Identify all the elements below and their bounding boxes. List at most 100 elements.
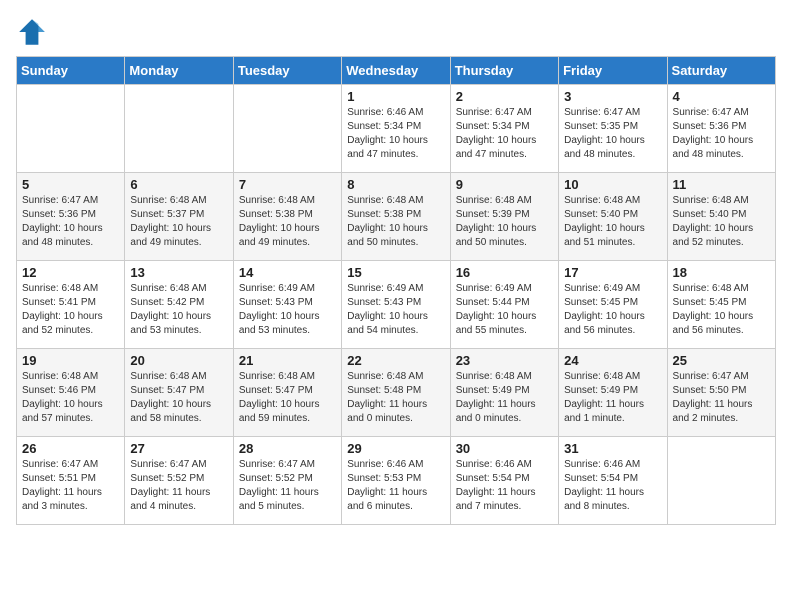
day-number: 5 xyxy=(22,177,119,192)
calendar-cell: 1 Sunrise: 6:46 AM Sunset: 5:34 PM Daylig… xyxy=(342,85,450,173)
calendar-cell: 30 Sunrise: 6:46 AM Sunset: 5:54 PM Dayli… xyxy=(450,437,558,525)
day-number: 14 xyxy=(239,265,336,280)
day-number: 23 xyxy=(456,353,553,368)
calendar-cell: 7Sunrise: 6:48 AM Sunset: 5:38 PM Daylig… xyxy=(233,173,341,261)
calendar-cell: 8 Sunrise: 6:48 AM Sunset: 5:38 PM Daylig… xyxy=(342,173,450,261)
day-header-tuesday: Tuesday xyxy=(233,57,341,85)
day-number: 11 xyxy=(673,177,770,192)
calendar-cell: 24 Sunrise: 6:48 AM Sunset: 5:49 PM Dayli… xyxy=(559,349,667,437)
day-header-sunday: Sunday xyxy=(17,57,125,85)
day-header-wednesday: Wednesday xyxy=(342,57,450,85)
day-info: Sunrise: 6:48 AM Sunset: 5:47 PM Dayligh… xyxy=(239,370,336,426)
day-info: Sunrise: 6:48 AM Sunset: 5:42 PM Dayligh… xyxy=(130,282,227,338)
day-info: Sunrise: 6:48 AM Sunset: 5:38 PM Dayligh… xyxy=(347,194,444,250)
day-number: 3 xyxy=(564,89,661,104)
calendar-cell: 3Sunrise: 6:47 AM Sunset: 5:35 PM Daylig… xyxy=(559,85,667,173)
calendar-cell: 10 Sunrise: 6:48 AM Sunset: 5:40 PM Dayli… xyxy=(559,173,667,261)
day-info: Sunrise: 6:48 AM Sunset: 5:37 PM Dayligh… xyxy=(130,194,227,250)
day-number: 20 xyxy=(130,353,227,368)
day-number: 7 xyxy=(239,177,336,192)
calendar-week-row: 5 Sunrise: 6:47 AM Sunset: 5:36 PM Daylig… xyxy=(17,173,776,261)
day-info: Sunrise: 6:47 AM Sunset: 5:50 PM Dayligh… xyxy=(673,370,770,426)
calendar-cell: 4 Sunrise: 6:47 AM Sunset: 5:36 PM Daylig… xyxy=(667,85,775,173)
day-number: 30 xyxy=(456,441,553,456)
calendar-cell xyxy=(17,85,125,173)
day-header-friday: Friday xyxy=(559,57,667,85)
calendar-cell: 9Sunrise: 6:48 AM Sunset: 5:39 PM Daylig… xyxy=(450,173,558,261)
day-info: Sunrise: 6:47 AM Sunset: 5:52 PM Dayligh… xyxy=(130,458,227,514)
day-info: Sunrise: 6:48 AM Sunset: 5:40 PM Dayligh… xyxy=(564,194,661,250)
calendar-cell: 29Sunrise: 6:46 AM Sunset: 5:53 PM Dayli… xyxy=(342,437,450,525)
page-header xyxy=(16,16,776,48)
calendar-cell xyxy=(233,85,341,173)
calendar-week-row: 1 Sunrise: 6:46 AM Sunset: 5:34 PM Daylig… xyxy=(17,85,776,173)
day-info: Sunrise: 6:46 AM Sunset: 5:34 PM Dayligh… xyxy=(347,106,444,162)
day-info: Sunrise: 6:48 AM Sunset: 5:48 PM Dayligh… xyxy=(347,370,444,426)
day-info: Sunrise: 6:46 AM Sunset: 5:53 PM Dayligh… xyxy=(347,458,444,514)
calendar-cell: 23 Sunrise: 6:48 AM Sunset: 5:49 PM Dayli… xyxy=(450,349,558,437)
day-info: Sunrise: 6:48 AM Sunset: 5:41 PM Dayligh… xyxy=(22,282,119,338)
day-number: 15 xyxy=(347,265,444,280)
day-number: 12 xyxy=(22,265,119,280)
day-number: 16 xyxy=(456,265,553,280)
day-number: 26 xyxy=(22,441,119,456)
calendar-week-row: 12 Sunrise: 6:48 AM Sunset: 5:41 PM Dayli… xyxy=(17,261,776,349)
calendar-cell: 15 Sunrise: 6:49 AM Sunset: 5:43 PM Dayli… xyxy=(342,261,450,349)
day-number: 6 xyxy=(130,177,227,192)
day-info: Sunrise: 6:48 AM Sunset: 5:49 PM Dayligh… xyxy=(456,370,553,426)
calendar-cell: 21 Sunrise: 6:48 AM Sunset: 5:47 PM Dayli… xyxy=(233,349,341,437)
calendar-cell: 12 Sunrise: 6:48 AM Sunset: 5:41 PM Dayli… xyxy=(17,261,125,349)
day-number: 27 xyxy=(130,441,227,456)
logo-icon xyxy=(16,16,48,48)
day-number: 2 xyxy=(456,89,553,104)
calendar-cell: 17 Sunrise: 6:49 AM Sunset: 5:45 PM Dayli… xyxy=(559,261,667,349)
day-number: 25 xyxy=(673,353,770,368)
day-info: Sunrise: 6:48 AM Sunset: 5:46 PM Dayligh… xyxy=(22,370,119,426)
day-info: Sunrise: 6:49 AM Sunset: 5:45 PM Dayligh… xyxy=(564,282,661,338)
day-info: Sunrise: 6:47 AM Sunset: 5:52 PM Dayligh… xyxy=(239,458,336,514)
calendar-week-row: 19 Sunrise: 6:48 AM Sunset: 5:46 PM Dayli… xyxy=(17,349,776,437)
day-info: Sunrise: 6:47 AM Sunset: 5:51 PM Dayligh… xyxy=(22,458,119,514)
calendar-cell: 31Sunrise: 6:46 AM Sunset: 5:54 PM Dayli… xyxy=(559,437,667,525)
day-info: Sunrise: 6:47 AM Sunset: 5:34 PM Dayligh… xyxy=(456,106,553,162)
calendar-cell: 25 Sunrise: 6:47 AM Sunset: 5:50 PM Dayli… xyxy=(667,349,775,437)
calendar-table: SundayMondayTuesdayWednesdayThursdayFrid… xyxy=(16,56,776,525)
day-info: Sunrise: 6:46 AM Sunset: 5:54 PM Dayligh… xyxy=(456,458,553,514)
calendar-cell: 14 Sunrise: 6:49 AM Sunset: 5:43 PM Dayli… xyxy=(233,261,341,349)
day-info: Sunrise: 6:49 AM Sunset: 5:43 PM Dayligh… xyxy=(347,282,444,338)
logo xyxy=(16,16,52,48)
day-info: Sunrise: 6:48 AM Sunset: 5:45 PM Dayligh… xyxy=(673,282,770,338)
day-info: Sunrise: 6:49 AM Sunset: 5:44 PM Dayligh… xyxy=(456,282,553,338)
day-number: 19 xyxy=(22,353,119,368)
day-info: Sunrise: 6:47 AM Sunset: 5:36 PM Dayligh… xyxy=(673,106,770,162)
day-number: 22 xyxy=(347,353,444,368)
calendar-cell xyxy=(125,85,233,173)
day-number: 17 xyxy=(564,265,661,280)
day-number: 13 xyxy=(130,265,227,280)
day-info: Sunrise: 6:48 AM Sunset: 5:40 PM Dayligh… xyxy=(673,194,770,250)
day-header-thursday: Thursday xyxy=(450,57,558,85)
day-number: 21 xyxy=(239,353,336,368)
day-info: Sunrise: 6:47 AM Sunset: 5:36 PM Dayligh… xyxy=(22,194,119,250)
calendar-cell: 13 Sunrise: 6:48 AM Sunset: 5:42 PM Dayli… xyxy=(125,261,233,349)
calendar-cell xyxy=(667,437,775,525)
day-number: 24 xyxy=(564,353,661,368)
day-number: 9 xyxy=(456,177,553,192)
day-header-monday: Monday xyxy=(125,57,233,85)
calendar-cell: 26 Sunrise: 6:47 AM Sunset: 5:51 PM Dayli… xyxy=(17,437,125,525)
calendar-cell: 18 Sunrise: 6:48 AM Sunset: 5:45 PM Dayli… xyxy=(667,261,775,349)
day-number: 1 xyxy=(347,89,444,104)
day-number: 31 xyxy=(564,441,661,456)
day-info: Sunrise: 6:49 AM Sunset: 5:43 PM Dayligh… xyxy=(239,282,336,338)
calendar-header-row: SundayMondayTuesdayWednesdayThursdayFrid… xyxy=(17,57,776,85)
day-number: 18 xyxy=(673,265,770,280)
day-number: 8 xyxy=(347,177,444,192)
day-info: Sunrise: 6:48 AM Sunset: 5:49 PM Dayligh… xyxy=(564,370,661,426)
day-info: Sunrise: 6:48 AM Sunset: 5:47 PM Dayligh… xyxy=(130,370,227,426)
day-number: 10 xyxy=(564,177,661,192)
day-number: 28 xyxy=(239,441,336,456)
calendar-week-row: 26 Sunrise: 6:47 AM Sunset: 5:51 PM Dayli… xyxy=(17,437,776,525)
day-header-saturday: Saturday xyxy=(667,57,775,85)
day-number: 4 xyxy=(673,89,770,104)
calendar-cell: 11 Sunrise: 6:48 AM Sunset: 5:40 PM Dayli… xyxy=(667,173,775,261)
